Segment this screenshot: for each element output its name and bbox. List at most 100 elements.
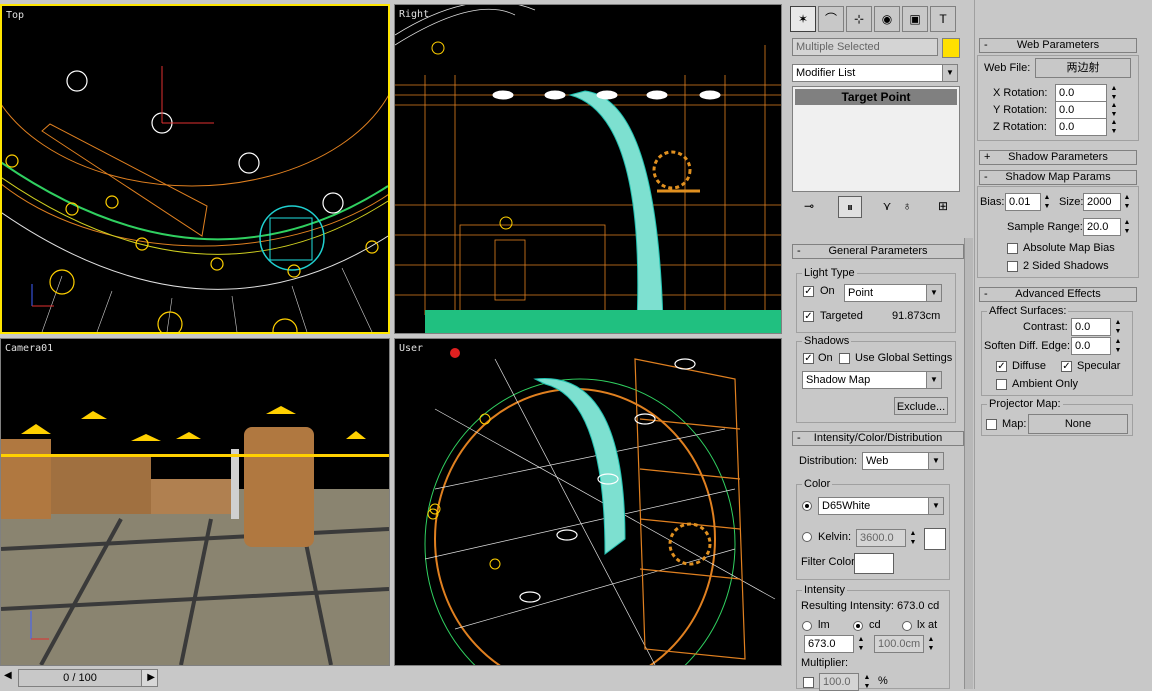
- modifier-list-dropdown[interactable]: Modifier List ▼: [792, 64, 958, 82]
- affect-surfaces-title: Affect Surfaces:: [987, 305, 1069, 317]
- exclude-button[interactable]: Exclude...: [894, 397, 948, 415]
- advanced-effects-rollout[interactable]: - Advanced Effects: [979, 287, 1137, 302]
- x-rotation-field[interactable]: 0.0: [1055, 84, 1107, 102]
- chevron-down-icon[interactable]: ▼: [942, 65, 957, 81]
- tab-display-icon[interactable]: ▣: [902, 6, 928, 32]
- multiplier-label: Multiplier:: [801, 657, 849, 669]
- stack-item-target-point[interactable]: Target Point: [795, 89, 957, 105]
- light-type-dropdown[interactable]: Point ▼: [844, 284, 942, 302]
- viewport-label-user[interactable]: User: [399, 343, 423, 354]
- make-unique-icon[interactable]: ⋎: [876, 196, 898, 216]
- object-name-field[interactable]: Multiple Selected: [792, 38, 938, 56]
- time-next-icon[interactable]: ▶: [147, 670, 155, 686]
- kelvin-field[interactable]: 3600.0: [856, 529, 906, 547]
- time-slider[interactable]: 0 / 100 ▶: [18, 669, 158, 687]
- specular-checkbox[interactable]: ✓: [1061, 361, 1072, 372]
- multiplier-checkbox[interactable]: [803, 677, 814, 688]
- viewport-label-camera[interactable]: Camera01: [5, 343, 53, 354]
- bias-spinner-icon[interactable]: ▲ ▼: [1042, 193, 1052, 211]
- command-panel-scrollbar[interactable]: [964, 238, 973, 689]
- viewport-label-right[interactable]: Right: [399, 9, 429, 20]
- right-viewport[interactable]: Right: [394, 4, 782, 334]
- color-preset-radio[interactable]: [802, 501, 812, 511]
- lx-distance-spinner-icon[interactable]: ▲ ▼: [926, 635, 936, 653]
- shadow-params-rollout[interactable]: + Shadow Parameters: [979, 150, 1137, 165]
- camera-viewport-render: [1, 339, 389, 665]
- remove-modifier-icon[interactable]: ♁: [896, 196, 918, 216]
- multiplier-field[interactable]: 100.0: [819, 673, 859, 691]
- time-prev-icon[interactable]: ◀: [4, 670, 12, 681]
- projector-map-button[interactable]: None: [1028, 414, 1128, 434]
- top-viewport-scene: [2, 66, 388, 332]
- unit-lm-radio[interactable]: [802, 621, 812, 631]
- x-rotation-spinner-icon[interactable]: ▲ ▼: [1109, 84, 1119, 102]
- unit-lx-radio[interactable]: [902, 621, 912, 631]
- multiplier-spinner-icon[interactable]: ▲ ▼: [862, 673, 872, 691]
- lx-distance-field[interactable]: 100.0cm: [874, 635, 924, 653]
- y-rotation-spinner-icon[interactable]: ▲ ▼: [1109, 101, 1119, 119]
- tab-create-icon[interactable]: ✶: [790, 6, 816, 32]
- collapse-icon: -: [797, 245, 801, 257]
- web-params-rollout[interactable]: - Web Parameters: [979, 38, 1137, 53]
- two-sided-checkbox[interactable]: [1007, 261, 1018, 272]
- contrast-field[interactable]: 0.0: [1071, 318, 1111, 336]
- shadow-map-rollout[interactable]: - Shadow Map Params: [979, 170, 1137, 185]
- web-file-button[interactable]: 两边射: [1035, 58, 1131, 78]
- sample-range-field[interactable]: 20.0: [1083, 218, 1121, 236]
- y-rotation-label: Y Rotation:: [993, 104, 1048, 116]
- contrast-spinner-icon[interactable]: ▲ ▼: [1113, 318, 1123, 336]
- bias-label: Bias:: [980, 196, 1005, 208]
- chevron-down-icon[interactable]: ▼: [926, 285, 941, 301]
- modifier-stack[interactable]: Target Point: [792, 86, 960, 192]
- tab-utilities-icon[interactable]: T: [930, 6, 956, 32]
- time-slider-thumb[interactable]: 0 / 100: [19, 670, 142, 686]
- color-preset-dropdown[interactable]: D65White ▼: [818, 497, 944, 515]
- tab-motion-icon[interactable]: ◉: [874, 6, 900, 32]
- intensity-group-title: Intensity: [802, 584, 847, 596]
- diffuse-checkbox[interactable]: ✓: [996, 361, 1007, 372]
- z-rotation-field[interactable]: 0.0: [1055, 118, 1107, 136]
- size-field[interactable]: 2000: [1083, 193, 1121, 211]
- shadows-on-checkbox[interactable]: ✓: [803, 353, 814, 364]
- tab-hierarchy-icon[interactable]: ⊹: [846, 6, 872, 32]
- shadow-type-dropdown[interactable]: Shadow Map ▼: [802, 371, 942, 389]
- unit-cd-radio[interactable]: [853, 621, 863, 631]
- show-end-result-icon[interactable]: ⏸: [838, 196, 862, 218]
- targeted-checkbox[interactable]: ✓: [803, 311, 814, 322]
- soften-edge-spinner-icon[interactable]: ▲ ▼: [1113, 337, 1123, 355]
- user-viewport[interactable]: User: [394, 338, 782, 666]
- chevron-down-icon[interactable]: ▼: [928, 498, 943, 514]
- kelvin-radio[interactable]: [802, 532, 812, 542]
- z-rotation-spinner-icon[interactable]: ▲ ▼: [1109, 118, 1119, 136]
- intensity-rollout[interactable]: - Intensity/Color/Distribution: [792, 431, 964, 446]
- light-on-checkbox[interactable]: ✓: [803, 286, 814, 297]
- pin-stack-icon[interactable]: ⊸: [798, 196, 820, 216]
- top-viewport[interactable]: Top: [0, 4, 390, 334]
- bias-field[interactable]: 0.01: [1005, 193, 1041, 211]
- targeted-distance: 91.873cm: [892, 310, 941, 322]
- ambient-only-checkbox[interactable]: [996, 379, 1007, 390]
- viewport-label-top[interactable]: Top: [6, 10, 24, 21]
- projector-map-checkbox[interactable]: [986, 419, 997, 430]
- soften-edge-field[interactable]: 0.0: [1071, 337, 1111, 355]
- camera-viewport[interactable]: Camera01: [0, 338, 390, 666]
- intensity-spinner-icon[interactable]: ▲ ▼: [856, 635, 866, 653]
- sample-range-spinner-icon[interactable]: ▲ ▼: [1122, 218, 1132, 236]
- x-rotation-label: X Rotation:: [993, 87, 1048, 99]
- tab-modify-icon[interactable]: ⌒: [818, 6, 844, 32]
- filter-color-swatch[interactable]: [854, 553, 894, 574]
- chevron-down-icon[interactable]: ▼: [926, 372, 941, 388]
- intensity-value-field[interactable]: 673.0: [804, 635, 854, 653]
- absolute-bias-checkbox[interactable]: [1007, 243, 1018, 254]
- use-global-checkbox[interactable]: [839, 353, 850, 364]
- configure-sets-icon[interactable]: ⊞: [932, 196, 954, 216]
- y-rotation-field[interactable]: 0.0: [1055, 101, 1107, 119]
- kelvin-spinner-icon[interactable]: ▲ ▼: [908, 529, 918, 547]
- z-rotation-label: Z Rotation:: [993, 121, 1047, 133]
- kelvin-color-swatch[interactable]: [924, 528, 946, 550]
- general-params-rollout[interactable]: - General Parameters: [792, 244, 964, 259]
- distribution-dropdown[interactable]: Web ▼: [862, 452, 944, 470]
- size-spinner-icon[interactable]: ▲ ▼: [1122, 193, 1132, 211]
- chevron-down-icon[interactable]: ▼: [928, 453, 943, 469]
- object-color-swatch[interactable]: [942, 38, 960, 58]
